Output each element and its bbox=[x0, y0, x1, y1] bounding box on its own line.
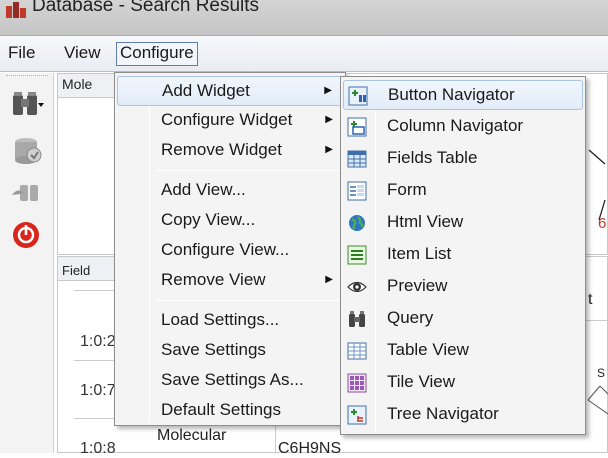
add-widget-submenu: Button Navigator Column Navigator Fields… bbox=[340, 76, 586, 435]
menu-item-label: Save Settings bbox=[161, 340, 266, 359]
grid-line bbox=[275, 422, 276, 453]
button-navigator-icon bbox=[348, 86, 368, 106]
submenu-item-form[interactable]: Form bbox=[343, 176, 583, 206]
database-icon[interactable] bbox=[10, 135, 44, 167]
submenu-item-tile-view[interactable]: Tile View bbox=[343, 368, 583, 398]
menu-bar: File View Configure bbox=[0, 36, 608, 72]
submenu-item-tree-navigator[interactable]: Tree Navigator bbox=[343, 400, 583, 430]
configure-menu: Add Widget ▶ Configure Widget ▶ Remove W… bbox=[114, 72, 346, 426]
submenu-arrow-icon: ▶ bbox=[325, 144, 333, 155]
menu-item-label: Column Navigator bbox=[387, 116, 524, 135]
fields-tab[interactable]: Field bbox=[58, 257, 118, 281]
menu-item-label: Remove Widget bbox=[161, 140, 282, 159]
submenu-item-button-navigator[interactable]: Button Navigator bbox=[343, 80, 583, 110]
submenu-item-html-view[interactable]: Html View bbox=[343, 208, 583, 238]
molecule-structure-fragment bbox=[587, 385, 608, 415]
submenu-item-column-navigator[interactable]: Column Navigator bbox=[343, 112, 583, 142]
menu-item-save-settings[interactable]: Save Settings bbox=[117, 336, 343, 366]
submenu-item-item-list[interactable]: Item List bbox=[343, 240, 583, 270]
menu-separator bbox=[155, 300, 341, 301]
row-name-fragment: Molecular bbox=[157, 427, 227, 444]
menu-item-label: Table View bbox=[387, 340, 469, 359]
grid-line bbox=[74, 290, 114, 291]
menu-item-add-view[interactable]: Add View... bbox=[117, 176, 343, 206]
submenu-item-preview[interactable]: Preview bbox=[343, 272, 583, 302]
form-icon bbox=[347, 181, 367, 201]
app-icon bbox=[6, 2, 26, 18]
menu-item-copy-view[interactable]: Copy View... bbox=[117, 206, 343, 236]
table-view-icon bbox=[347, 342, 367, 360]
menu-item-label: Form bbox=[387, 180, 427, 199]
title-bar: Database - Search Results bbox=[0, 0, 608, 36]
menu-item-remove-widget[interactable]: Remove Widget ▶ bbox=[117, 136, 343, 166]
menu-item-default-settings[interactable]: Default Settings bbox=[117, 396, 343, 426]
query-binoculars-icon bbox=[349, 311, 365, 327]
row-formula-fragment: C6H9NS bbox=[278, 440, 342, 457]
submenu-item-query[interactable]: Query bbox=[343, 304, 583, 334]
column-header-fragment: t bbox=[588, 291, 593, 308]
menu-item-label: Preview bbox=[387, 276, 448, 295]
item-list-icon bbox=[347, 245, 367, 265]
molecule-atom-label: 6 bbox=[598, 215, 607, 232]
menu-item-configure-view[interactable]: Configure View... bbox=[117, 236, 343, 266]
submenu-item-fields-table[interactable]: Fields Table bbox=[343, 144, 583, 174]
menu-separator bbox=[155, 170, 341, 171]
menu-file[interactable]: File bbox=[4, 42, 39, 66]
tree-navigator-icon bbox=[347, 405, 367, 425]
menu-item-load-settings[interactable]: Load Settings... bbox=[117, 306, 343, 336]
molecule-atom-label: S bbox=[597, 366, 606, 380]
menu-item-label: Button Navigator bbox=[388, 85, 515, 104]
menu-item-configure-widget[interactable]: Configure Widget ▶ bbox=[117, 106, 343, 136]
submenu-arrow-icon: ▶ bbox=[325, 114, 333, 125]
menu-item-label: Copy View... bbox=[161, 210, 256, 229]
menu-view[interactable]: View bbox=[60, 42, 105, 66]
menu-item-label: Add View... bbox=[161, 180, 246, 199]
tile-view-icon bbox=[347, 373, 367, 393]
stop-icon[interactable] bbox=[10, 219, 44, 251]
preview-eye-icon bbox=[347, 281, 367, 293]
toolbar-grip bbox=[6, 75, 48, 78]
menu-item-label: Add Widget bbox=[162, 81, 250, 100]
table-row-id: 1:0:2 bbox=[80, 333, 116, 350]
table-row-id: 1:0:7 bbox=[80, 382, 116, 399]
menu-item-label: Tree Navigator bbox=[387, 404, 499, 423]
menu-item-label: Load Settings... bbox=[161, 310, 280, 329]
top-view-tab[interactable]: Mole bbox=[58, 74, 118, 98]
fields-table-icon bbox=[347, 150, 367, 168]
window-title: Database - Search Results bbox=[32, 0, 260, 16]
menu-item-label: Remove View bbox=[161, 270, 266, 289]
menu-item-label: Save Settings As... bbox=[161, 370, 304, 389]
submenu-arrow-icon: ▶ bbox=[325, 274, 333, 285]
left-toolbar bbox=[0, 73, 54, 453]
menu-item-label: Query bbox=[387, 308, 434, 327]
html-view-icon bbox=[349, 215, 365, 231]
column-navigator-icon bbox=[347, 117, 367, 137]
menu-item-label: Default Settings bbox=[161, 400, 282, 419]
grid-line bbox=[74, 418, 114, 419]
menu-item-label: Configure Widget bbox=[161, 110, 293, 129]
menu-item-save-settings-as[interactable]: Save Settings As... bbox=[117, 366, 343, 396]
menu-item-remove-view[interactable]: Remove View ▶ bbox=[117, 266, 343, 296]
menu-item-add-widget[interactable]: Add Widget ▶ bbox=[117, 76, 343, 106]
menu-item-label: Fields Table bbox=[387, 148, 478, 167]
query-binoculars-icon[interactable] bbox=[10, 89, 44, 121]
submenu-arrow-icon: ▶ bbox=[324, 85, 332, 96]
menu-configure[interactable]: Configure bbox=[116, 42, 198, 66]
binoculars-back-icon[interactable] bbox=[10, 177, 44, 209]
submenu-item-table-view[interactable]: Table View bbox=[343, 336, 583, 366]
menu-item-label: Html View bbox=[387, 212, 464, 231]
menu-item-label: Item List bbox=[387, 244, 452, 263]
table-row-id: 1:0:8 bbox=[80, 440, 116, 457]
grid-line bbox=[74, 360, 114, 361]
menu-item-label: Configure View... bbox=[161, 240, 290, 259]
grid-line bbox=[584, 320, 608, 321]
menu-item-label: Tile View bbox=[387, 372, 456, 391]
